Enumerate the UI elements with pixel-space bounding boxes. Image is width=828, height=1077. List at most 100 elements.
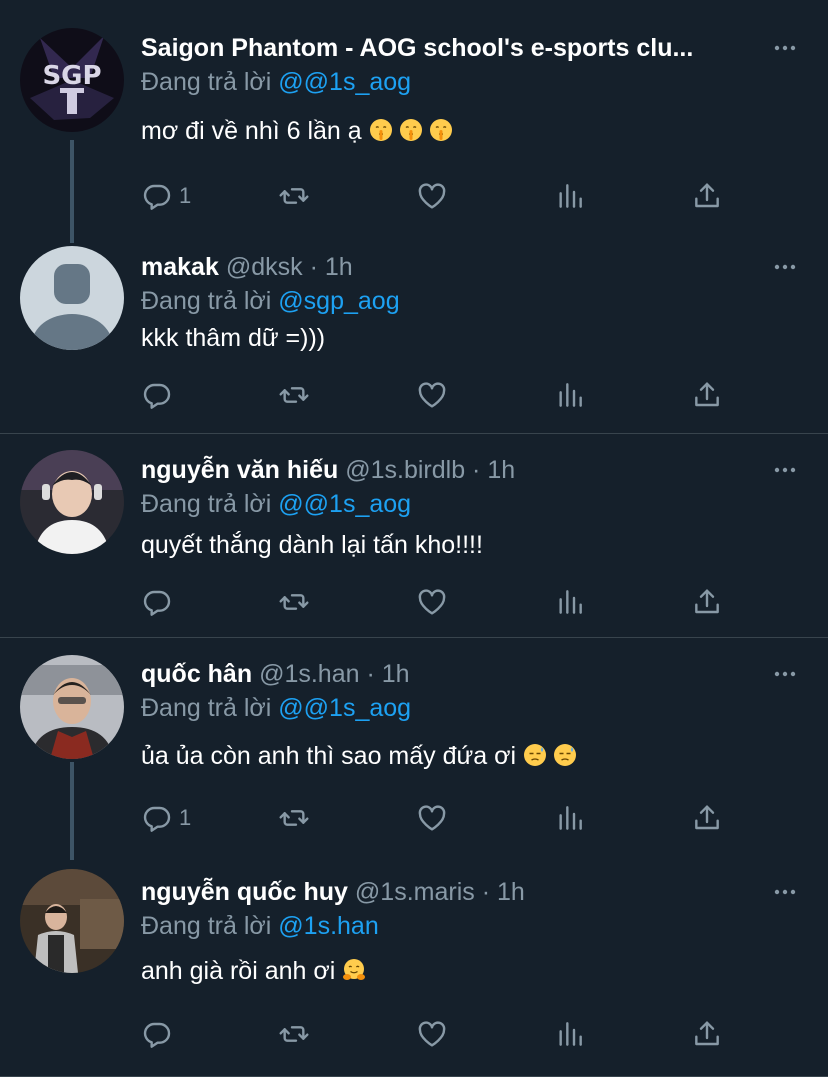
like-button[interactable]	[416, 582, 448, 622]
timestamp[interactable]: 1h	[487, 456, 515, 484]
share-button[interactable]	[691, 582, 723, 622]
avatar[interactable]	[20, 655, 124, 759]
more-options-icon[interactable]	[770, 658, 800, 690]
tweet-text: quyết thắng dành lại tấn kho!!!!	[141, 529, 483, 561]
display-name[interactable]: nguyễn quốc huy	[141, 878, 348, 906]
analytics-button[interactable]	[554, 798, 586, 838]
reply-button[interactable]: 1	[141, 176, 191, 216]
tweet-text-content: kkk thâm dữ =)))	[141, 324, 326, 352]
like-button[interactable]	[416, 1014, 448, 1054]
analytics-icon	[554, 586, 586, 618]
tweet-actions: 1	[141, 176, 741, 216]
analytics-icon	[554, 379, 586, 411]
share-button[interactable]	[691, 798, 723, 838]
tweet-actions	[141, 1014, 741, 1054]
reply-button[interactable]	[141, 375, 179, 415]
shushing-face-icon	[369, 118, 393, 142]
retweet-icon	[278, 1018, 310, 1050]
replying-to-link[interactable]: @@1s_aog	[278, 490, 411, 518]
downcast-sweat-face-icon	[553, 743, 577, 767]
like-button[interactable]	[416, 375, 448, 415]
share-icon	[691, 1018, 723, 1050]
shushing-face-icon	[399, 118, 423, 142]
tweet-text: anh già rồi anh ơi	[141, 955, 372, 987]
retweet-button[interactable]	[278, 798, 310, 838]
like-button[interactable]	[416, 798, 448, 838]
user-handle[interactable]: @1s.han	[259, 660, 359, 688]
analytics-icon	[554, 180, 586, 212]
share-button[interactable]	[691, 375, 723, 415]
replying-to-label: Đang trả lời	[141, 912, 272, 940]
replying-to: Đang trả lời @@1s_aog	[141, 488, 411, 520]
tweet-text: kkk thâm dữ =)))	[141, 322, 325, 354]
reply-icon	[141, 180, 173, 212]
analytics-button[interactable]	[554, 582, 586, 622]
avatar[interactable]: SGP	[20, 28, 124, 132]
replying-to: Đang trả lời @sgp_aog	[141, 285, 400, 317]
heart-icon	[416, 802, 448, 834]
tweet-item[interactable]: makak @dksk · 1h Đang trả lời @sgp_aog k…	[0, 243, 828, 434]
reply-count: 1	[179, 805, 192, 830]
tweet-item[interactable]: SGP Saigon Phantom - AOG school's e-spor…	[0, 0, 828, 243]
tweet-actions	[141, 375, 741, 415]
user-photo-icon	[20, 869, 124, 973]
more-options-icon[interactable]	[770, 32, 800, 64]
timestamp[interactable]: 1h	[325, 253, 353, 281]
avatar[interactable]	[20, 869, 124, 973]
retweet-button[interactable]	[278, 1014, 310, 1054]
reply-icon	[141, 802, 173, 834]
heart-icon	[416, 1018, 448, 1050]
reply-feed: SGP Saigon Phantom - AOG school's e-spor…	[0, 0, 828, 1077]
tweet-text-content: anh già rồi anh ơi	[141, 957, 336, 985]
more-options-icon[interactable]	[770, 251, 800, 283]
like-button[interactable]	[416, 176, 448, 216]
replying-to-link[interactable]: @@1s_aog	[278, 694, 411, 722]
replying-to-link[interactable]: @@1s_aog	[278, 68, 411, 96]
retweet-button[interactable]	[278, 375, 310, 415]
separator-dot: ·	[481, 878, 491, 906]
more-options-icon[interactable]	[770, 454, 800, 486]
retweet-icon	[278, 379, 310, 411]
tweet-item[interactable]: nguyễn quốc huy @1s.maris · 1h Đang trả …	[0, 860, 828, 1077]
replying-to-label: Đang trả lời	[141, 68, 272, 96]
heart-icon	[416, 586, 448, 618]
reply-button[interactable]: 1	[141, 798, 191, 838]
display-name[interactable]: nguyễn văn hiếu	[141, 456, 338, 484]
analytics-button[interactable]	[554, 375, 586, 415]
analytics-button[interactable]	[554, 176, 586, 216]
more-options-icon[interactable]	[770, 876, 800, 908]
tweet-text-content: quyết thắng dành lại tấn kho!!!!	[141, 531, 483, 559]
heart-icon	[416, 180, 448, 212]
user-handle[interactable]: @1s.birdlb	[345, 456, 465, 484]
avatar[interactable]	[20, 246, 124, 350]
avatar[interactable]	[20, 450, 124, 554]
tweet-item[interactable]: quốc hân @1s.han · 1h Đang trả lời @@1s_…	[0, 638, 828, 860]
replying-to-link[interactable]: @1s.han	[278, 912, 378, 940]
timestamp[interactable]: 1h	[382, 660, 410, 688]
user-handle[interactable]: @dksk	[226, 253, 303, 281]
retweet-icon	[278, 586, 310, 618]
display-name[interactable]: makak	[141, 253, 219, 281]
replying-to: Đang trả lời @@1s_aog	[141, 692, 411, 724]
tweet-item[interactable]: nguyễn văn hiếu @1s.birdlb · 1h Đang trả…	[0, 434, 828, 638]
tweet-actions	[141, 582, 741, 622]
replying-to-link[interactable]: @sgp_aog	[278, 287, 399, 315]
user-handle[interactable]: @1s.maris	[355, 878, 475, 906]
tweet-text: mơ đi về nhì 6 lần ạ	[141, 115, 459, 147]
analytics-icon	[554, 1018, 586, 1050]
analytics-button[interactable]	[554, 1014, 586, 1054]
share-button[interactable]	[691, 1014, 723, 1054]
thread-connector-line	[70, 762, 74, 860]
reply-button[interactable]	[141, 1014, 179, 1054]
retweet-button[interactable]	[278, 176, 310, 216]
timestamp[interactable]: 1h	[497, 878, 525, 906]
display-name[interactable]: Saigon Phantom - AOG school's e-sports c…	[141, 34, 693, 62]
display-name[interactable]: quốc hân	[141, 660, 252, 688]
reply-button[interactable]	[141, 582, 179, 622]
retweet-button[interactable]	[278, 582, 310, 622]
heart-icon	[416, 379, 448, 411]
retweet-icon	[278, 802, 310, 834]
replying-to-label: Đang trả lời	[141, 287, 272, 315]
share-button[interactable]	[691, 176, 723, 216]
tweet-actions: 1	[141, 798, 741, 838]
